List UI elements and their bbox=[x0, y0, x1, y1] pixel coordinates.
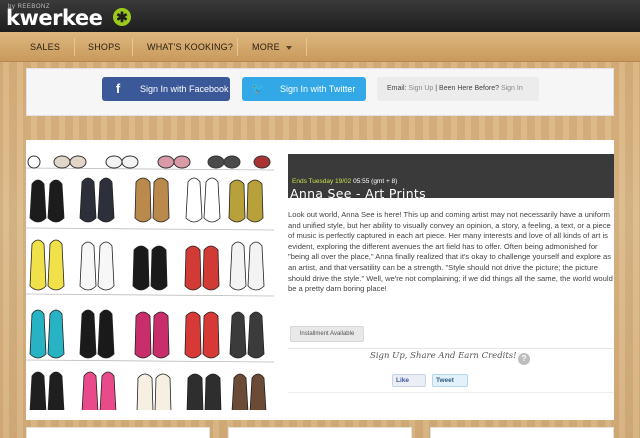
nav-separator bbox=[306, 38, 307, 56]
sign-up-link[interactable]: Sign Up bbox=[408, 85, 433, 92]
share-promo-text: Sign Up, Share And Earn Credits! bbox=[370, 351, 517, 361]
deal-card[interactable] bbox=[430, 427, 614, 438]
email-prefix: Email: bbox=[387, 85, 407, 92]
shoe-illustration bbox=[26, 155, 274, 410]
nav-item-whats-kooking[interactable]: WHAT'S KOOKING? bbox=[147, 32, 233, 62]
nav-separator bbox=[132, 38, 133, 56]
email-separator: | bbox=[435, 85, 438, 92]
twitter-signin-button[interactable]: 🐦 Sign In with Twitter bbox=[242, 77, 366, 101]
twitter-signin-label: Sign In with Twitter bbox=[280, 84, 356, 94]
deal-card[interactable] bbox=[26, 427, 210, 438]
top-bar: by REEBONZ kwerkee ✱ bbox=[0, 0, 640, 32]
been-here-text: Been Here Before? bbox=[439, 85, 499, 92]
nav-separator bbox=[74, 38, 75, 56]
nav-item-shops[interactable]: SHOPS bbox=[88, 32, 121, 62]
help-icon[interactable]: ? bbox=[518, 353, 530, 365]
facebook-icon: f bbox=[115, 81, 121, 96]
deal-title[interactable]: Anna See - Art Prints bbox=[290, 186, 426, 201]
deal-end-date: Ends Tuesday 19/02 bbox=[292, 178, 352, 185]
main-nav: SALES SHOPS WHAT'S KOOKING? MORE bbox=[0, 32, 640, 62]
nav-item-more[interactable]: MORE bbox=[252, 32, 292, 62]
facebook-signin-label: Sign In with Facebook bbox=[140, 84, 229, 94]
deal-image-shoes[interactable] bbox=[26, 154, 274, 410]
deal-end-clock: 05:55 (gmt + 8) bbox=[353, 178, 398, 185]
installment-badge[interactable]: Installment Available bbox=[290, 326, 364, 342]
nav-separator bbox=[237, 38, 238, 56]
tweet-button[interactable]: Tweet bbox=[432, 374, 468, 387]
brand-logo[interactable]: kwerkee bbox=[6, 6, 103, 30]
chevron-down-icon bbox=[285, 45, 292, 50]
content-divider bbox=[288, 392, 614, 393]
deal-description: Look out world, Anna See is here! This u… bbox=[288, 210, 613, 294]
deal-card[interactable] bbox=[228, 427, 412, 438]
brand-star-icon: ✱ bbox=[113, 8, 131, 26]
signin-panel: f Sign In with Facebook 🐦 Sign In with T… bbox=[26, 68, 614, 116]
tweet-label: Tweet bbox=[436, 377, 454, 384]
facebook-signin-button[interactable]: f Sign In with Facebook bbox=[102, 77, 230, 101]
nav-item-more-label: MORE bbox=[252, 42, 280, 52]
deal-panel: Ends Tuesday 19/02 05:55 (gmt + 8) Anna … bbox=[26, 140, 614, 420]
sign-in-link[interactable]: Sign In bbox=[501, 85, 523, 92]
nav-item-sales[interactable]: SALES bbox=[30, 32, 60, 62]
email-signin-box: Email: Sign Up | Been Here Before? Sign … bbox=[377, 77, 539, 101]
deal-end-time: Ends Tuesday 19/02 05:55 (gmt + 8) bbox=[292, 178, 397, 185]
twitter-bird-icon: 🐦 bbox=[251, 83, 265, 95]
share-divider bbox=[288, 348, 614, 349]
like-label: Like bbox=[396, 377, 410, 384]
facebook-like-button[interactable]: Like bbox=[392, 374, 426, 387]
